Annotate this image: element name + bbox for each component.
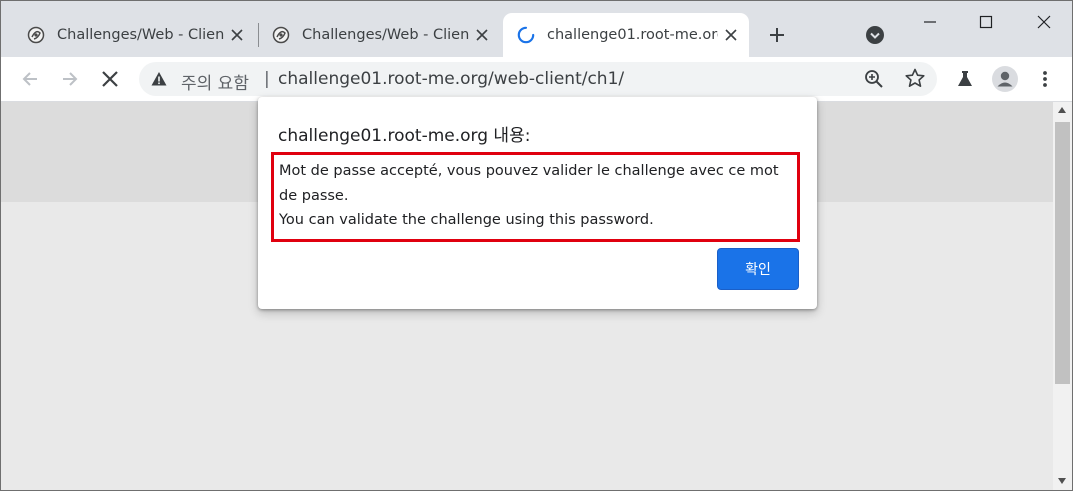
scroll-up-arrow[interactable] — [1058, 107, 1066, 113]
profile-icon — [992, 66, 1018, 92]
address-bar[interactable]: 주의 요함 | challenge01.root-me.org/web-clie… — [139, 62, 937, 96]
tab-challenges-web-client-2[interactable]: Challenges/Web - Client — [246, 13, 500, 57]
tab-challenge01-active[interactable]: challenge01.root-me.org — [503, 13, 749, 57]
dialog-message-highlighted: Mot de passe accepté, vous pouvez valide… — [271, 152, 800, 242]
tab-close-button[interactable] — [228, 25, 247, 45]
close-icon — [231, 29, 243, 41]
browser-toolbar: 주의 요함 | challenge01.root-me.org/web-clie… — [1, 57, 1072, 102]
forward-button[interactable] — [54, 63, 86, 95]
labs-flask-icon — [958, 71, 972, 86]
close-icon — [476, 29, 488, 41]
url-text[interactable]: challenge01.root-me.org/web-client/ch1/ — [278, 69, 624, 89]
ok-button[interactable]: 확인 — [717, 248, 799, 290]
forward-arrow-icon — [63, 72, 78, 86]
warning-icon[interactable] — [151, 71, 167, 87]
tab-close-button[interactable] — [473, 25, 492, 45]
maximize-icon — [979, 15, 993, 29]
dialog-message-line: You can validate the challenge using thi… — [279, 212, 654, 228]
back-arrow-icon — [22, 72, 37, 86]
stop-loading-button[interactable] — [94, 63, 126, 95]
scroll-thumb[interactable] — [1055, 122, 1070, 384]
dialog-message-line: Mot de passe accepté, vous pouvez valide… — [279, 163, 779, 204]
back-button[interactable] — [14, 63, 46, 95]
window-close-button[interactable] — [1021, 8, 1067, 36]
tab-title: Challenges/Web - Client — [57, 27, 224, 43]
security-warning-label[interactable]: 주의 요함 — [181, 69, 249, 94]
minimize-icon — [924, 21, 936, 23]
vertical-scrollbar[interactable] — [1053, 102, 1072, 490]
window-close-icon — [1037, 15, 1051, 29]
labs-button[interactable] — [949, 63, 981, 95]
menu-button[interactable] — [1029, 63, 1061, 95]
alert-dialog: challenge01.root-me.org 내용: Mot de passe… — [258, 97, 817, 309]
profile-button[interactable] — [989, 63, 1021, 95]
tab-title: challenge01.root-me.org — [547, 27, 718, 43]
stop-loading-icon — [102, 71, 118, 87]
omnibox-separator: | — [264, 69, 270, 89]
loading-spinner-icon — [517, 26, 535, 44]
zoom-icon[interactable] — [864, 69, 884, 89]
minimize-button[interactable] — [907, 8, 953, 36]
maximize-button[interactable] — [963, 8, 1009, 36]
tab-strip: Challenges/Web - Client Challenges/Web -… — [1, 1, 1072, 57]
root-me-favicon-icon — [27, 26, 45, 44]
plus-icon — [770, 28, 784, 42]
tab-close-button[interactable] — [722, 25, 741, 45]
scroll-down-arrow[interactable] — [1058, 478, 1066, 484]
tab-search-icon — [866, 26, 884, 44]
tab-search-button[interactable] — [863, 23, 887, 47]
new-tab-button[interactable] — [763, 21, 791, 49]
dialog-title: challenge01.root-me.org 내용: — [278, 126, 531, 146]
browser-window: Challenges/Web - Client Challenges/Web -… — [0, 0, 1073, 491]
close-icon — [725, 29, 738, 41]
tab-title: Challenges/Web - Client — [302, 27, 469, 43]
tab-challenges-web-client-1[interactable]: Challenges/Web - Client — [1, 13, 255, 57]
star-icon[interactable] — [905, 68, 925, 88]
root-me-favicon-icon — [272, 26, 290, 44]
menu-kebab-icon — [1043, 71, 1047, 87]
